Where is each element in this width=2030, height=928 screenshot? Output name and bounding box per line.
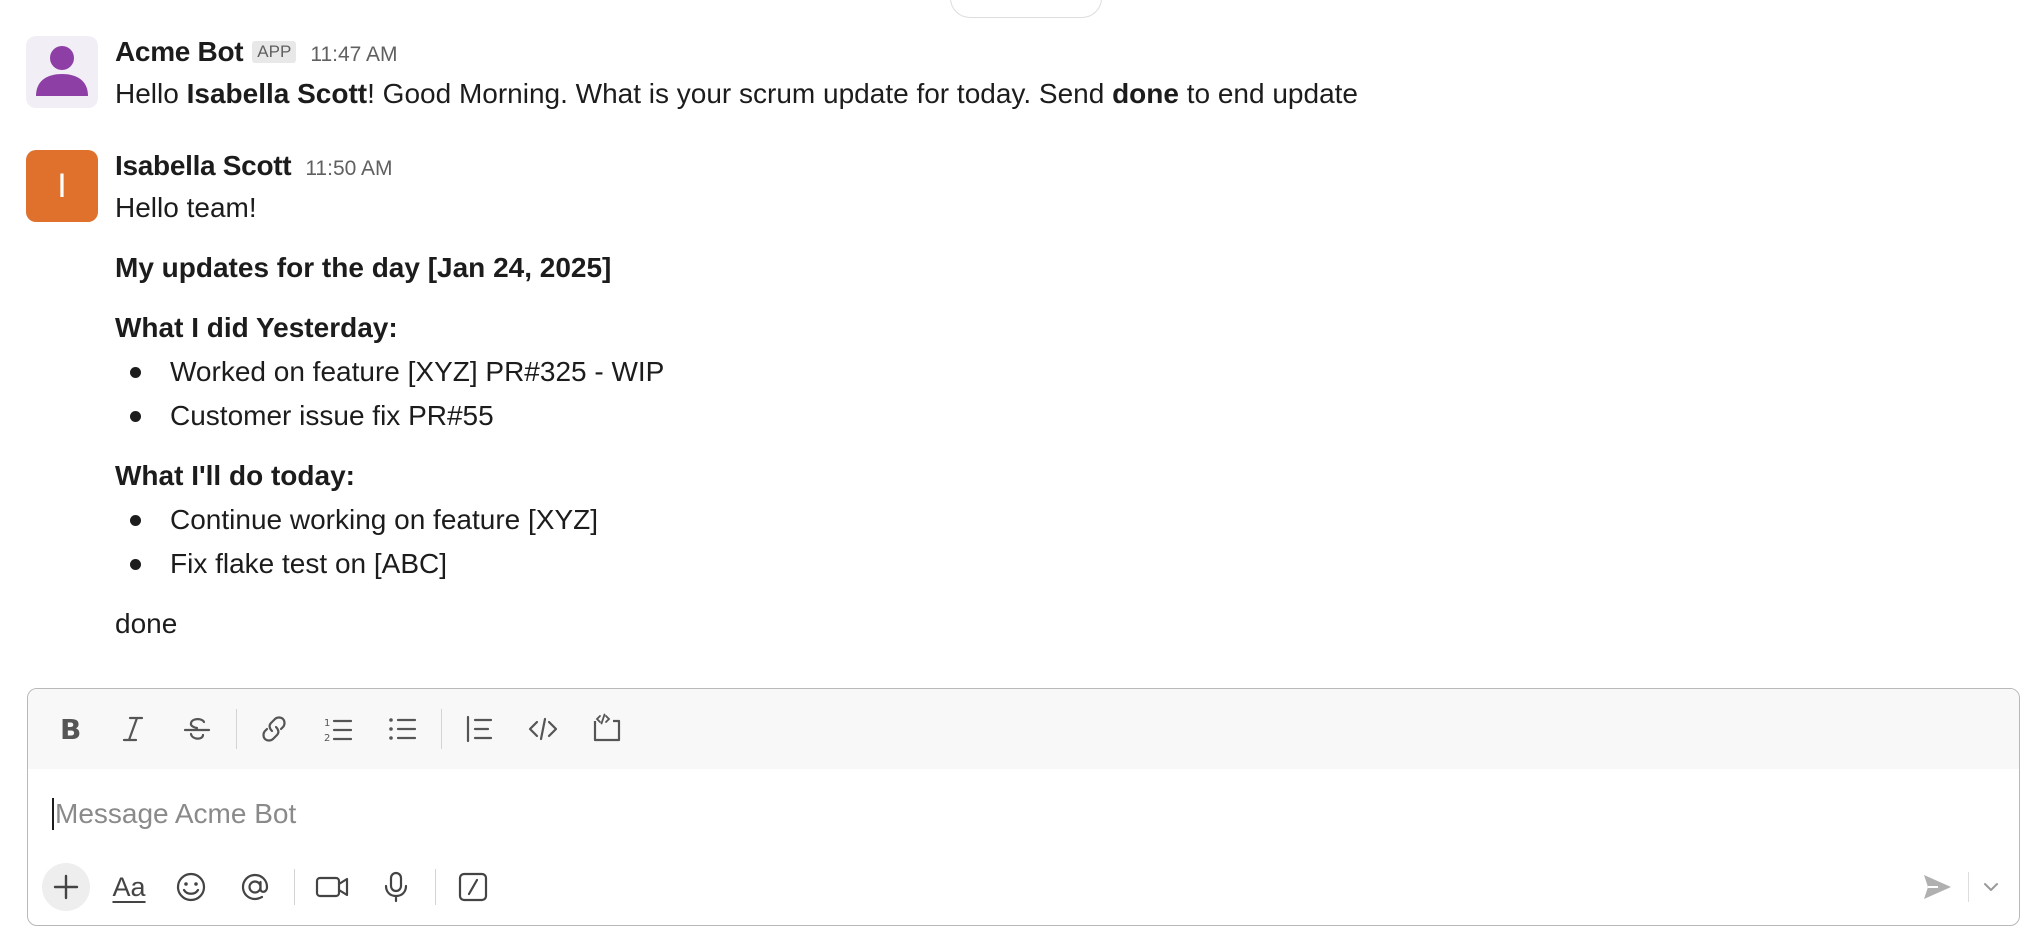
plus-icon (53, 874, 79, 900)
message-text: Hello Isabella Scott! Good Morning. What… (115, 72, 2010, 116)
today-list: Continue working on feature [XYZ] Fix fl… (115, 498, 2010, 586)
avatar-letter: I (57, 166, 67, 205)
text-part: Hello (115, 78, 187, 109)
toolbar-divider (236, 709, 237, 749)
italic-button[interactable] (106, 702, 160, 756)
yesterday-title: What I did Yesterday: (115, 312, 398, 343)
avatar-bot[interactable] (26, 36, 98, 108)
person-icon (36, 46, 88, 96)
greeting-text: Hello team! (115, 192, 257, 223)
attach-button[interactable] (42, 863, 90, 911)
list-item: Worked on feature [XYZ] PR#325 - WIP (115, 350, 2010, 394)
svg-text:2: 2 (324, 733, 330, 744)
formatting-toggle-icon: Aa (112, 871, 146, 902)
list-item-text: Worked on feature [XYZ] PR#325 - WIP (170, 356, 665, 387)
list-item-text: Customer issue fix PR#55 (170, 400, 494, 431)
yesterday-list: Worked on feature [XYZ] PR#325 - WIP Cus… (115, 350, 2010, 438)
send-button[interactable] (1910, 860, 1964, 914)
bold-button[interactable]: B (42, 702, 96, 756)
send-icon (1924, 875, 1951, 899)
list-item-text: Continue working on feature [XYZ] (170, 504, 599, 535)
avatar-user[interactable]: I (26, 150, 98, 222)
text-caret (52, 798, 54, 830)
date-divider-pill[interactable] (950, 0, 1102, 18)
ordered-list-icon: 12 (324, 718, 353, 744)
sender-name[interactable]: Acme Bot (115, 36, 244, 68)
emoji-icon (176, 872, 206, 902)
svg-text:1: 1 (324, 718, 330, 729)
formatting-toggle-button[interactable]: Aa (102, 860, 156, 914)
mention-icon (241, 873, 269, 901)
bulleted-list-icon (389, 718, 417, 740)
list-item: Customer issue fix PR#55 (115, 394, 2010, 438)
code-button[interactable] (516, 702, 570, 756)
list-item: Fix flake test on [ABC] (115, 542, 2010, 586)
formatting-toolbar: B 12 (28, 689, 2019, 769)
message-placeholder: Message Acme Bot (55, 798, 297, 829)
toolbar-divider (294, 869, 295, 905)
blockquote-icon (466, 715, 493, 743)
emoji-button[interactable] (164, 860, 218, 914)
microphone-icon (384, 871, 408, 903)
mention-user: Isabella Scott (186, 78, 368, 109)
update-heading: My updates for the day [Jan 24, 2025] (115, 252, 612, 283)
code-block-icon (593, 713, 621, 742)
ordered-list-button[interactable]: 12 (311, 702, 365, 756)
bold-icon: B (60, 713, 81, 745)
send-options-button[interactable] (1973, 860, 2009, 914)
app-badge: APP (252, 41, 297, 63)
audio-button[interactable] (369, 860, 423, 914)
video-icon (315, 876, 349, 898)
shortcuts-button[interactable] (446, 860, 500, 914)
toolbar-divider (435, 869, 436, 905)
blockquote-button[interactable] (452, 702, 506, 756)
chevron-down-icon (1984, 883, 1998, 891)
list-item-text: Fix flake test on [ABC] (170, 548, 447, 579)
bulleted-list-button[interactable] (375, 702, 429, 756)
shortcuts-icon (458, 872, 488, 902)
keyword-done: done (1112, 78, 1179, 109)
svg-text:B: B (60, 713, 81, 745)
italic-icon (122, 716, 144, 742)
message-composer: B 12 Message Acme Bot Aa (27, 688, 2020, 926)
sender-name[interactable]: Isabella Scott (115, 150, 292, 182)
closing-text: done (115, 608, 178, 639)
link-button[interactable] (247, 702, 301, 756)
video-button[interactable] (305, 860, 359, 914)
send-controls (1910, 859, 2009, 915)
text-part: ! Good Morning. What is your scrum updat… (367, 78, 1113, 109)
timestamp[interactable]: 11:50 AM (305, 157, 392, 181)
composer-actions: Aa (42, 859, 2009, 915)
timestamp[interactable]: 11:47 AM (310, 43, 397, 67)
code-icon (528, 717, 558, 741)
message-user: I Isabella Scott 11:50 AM Hello team! My… (26, 150, 2010, 650)
strikethrough-button[interactable] (170, 702, 224, 756)
code-block-button[interactable] (580, 702, 634, 756)
message-bot: Acme Bot APP 11:47 AM Hello Isabella Sco… (26, 36, 2010, 116)
list-item: Continue working on feature [XYZ] (115, 498, 2010, 542)
send-divider (1968, 872, 1969, 902)
text-part: to end update (1178, 78, 1358, 109)
message-input[interactable]: Message Acme Bot (52, 789, 1995, 839)
mention-button[interactable] (228, 860, 282, 914)
link-icon (262, 716, 286, 742)
strikethrough-icon (183, 718, 211, 740)
today-title: What I'll do today: (115, 460, 355, 491)
toolbar-divider (441, 709, 442, 749)
